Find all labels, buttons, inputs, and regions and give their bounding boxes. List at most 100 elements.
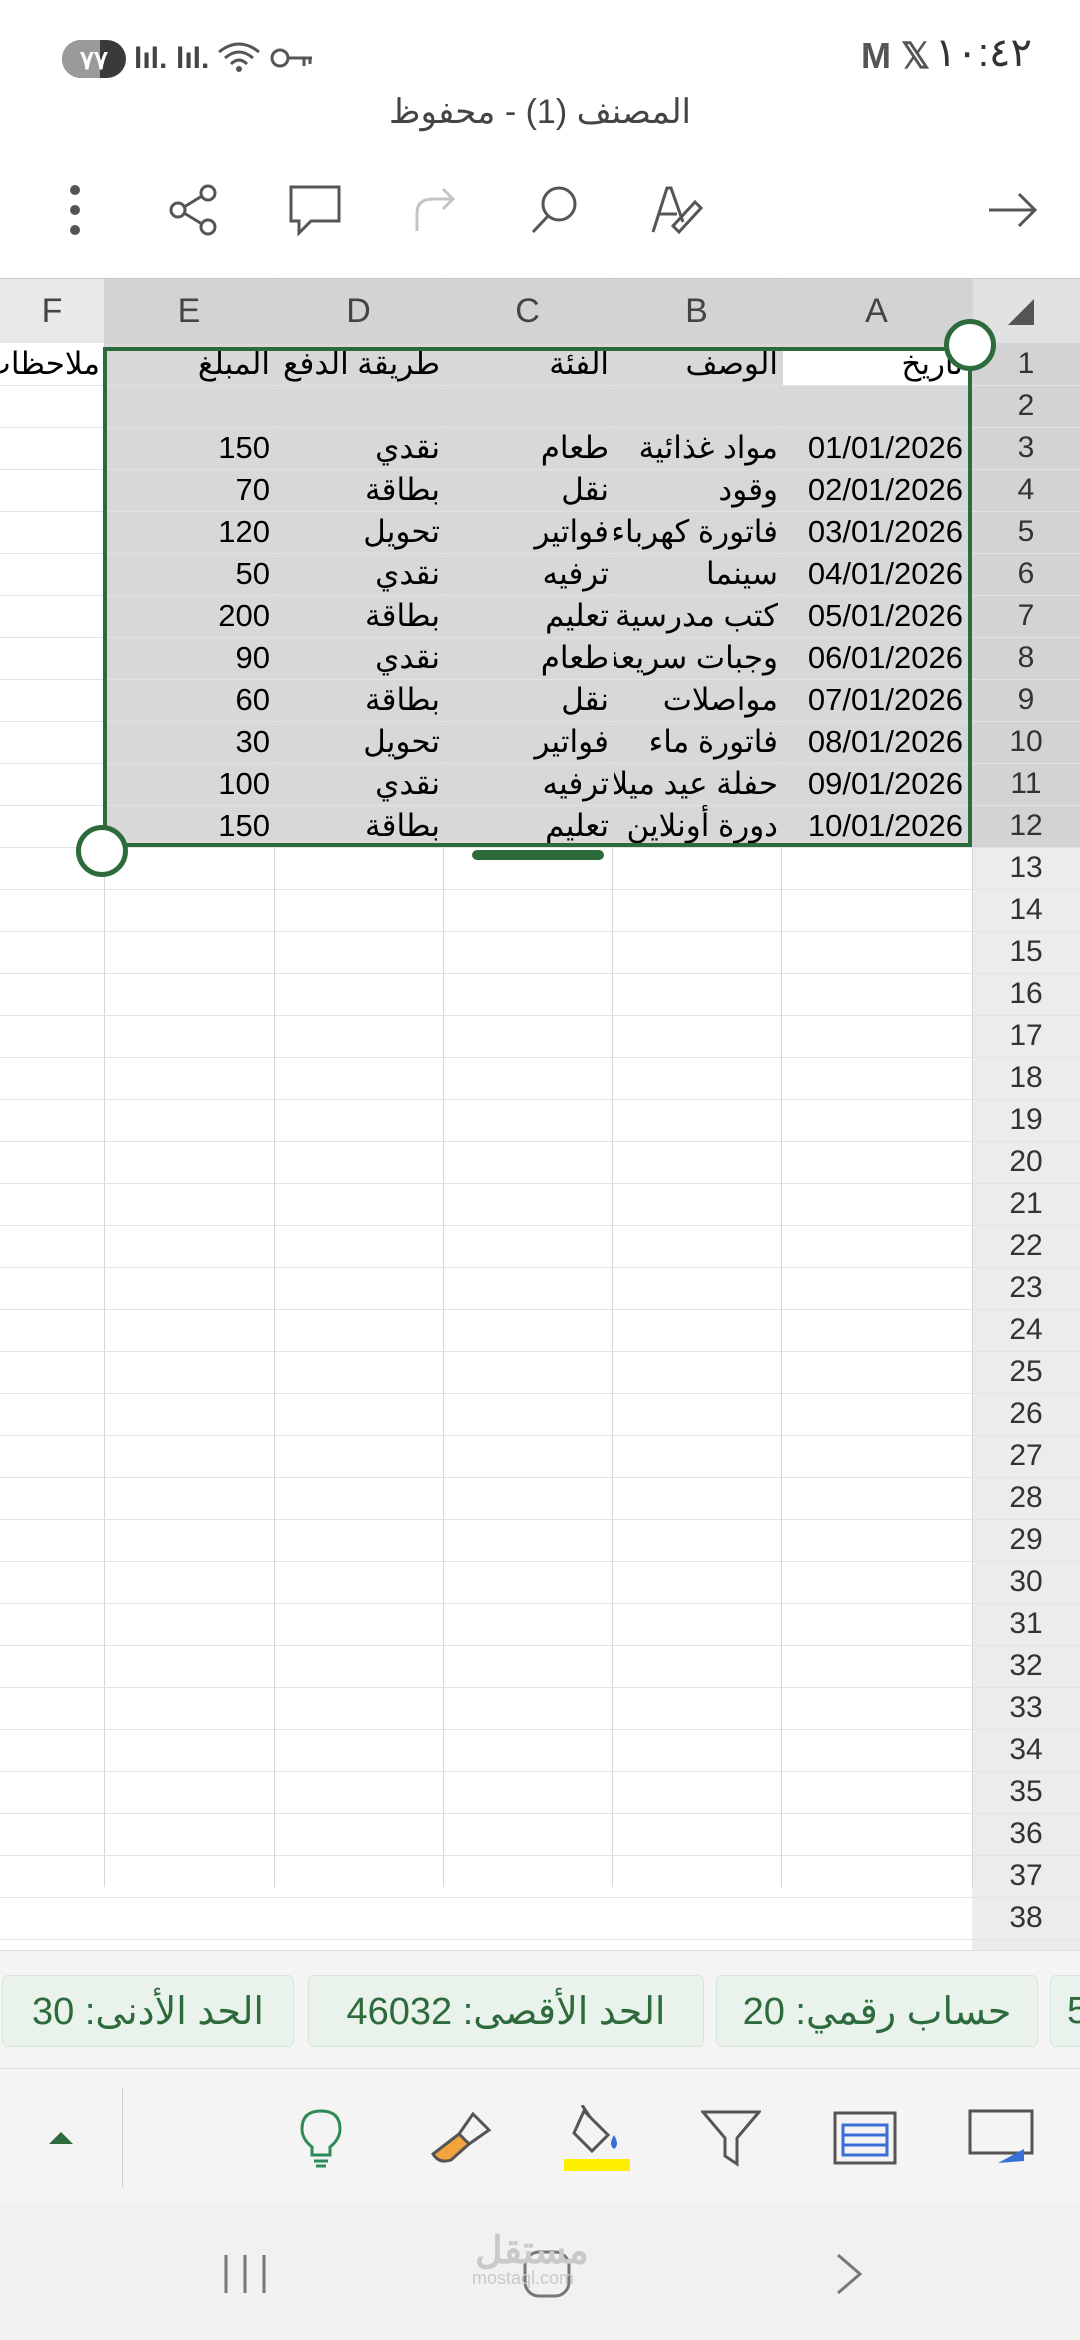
row-header[interactable]: 29 (972, 1519, 1080, 1561)
row-header[interactable]: 10 (972, 721, 1080, 763)
column-header-a[interactable]: A (781, 279, 972, 343)
row-header[interactable]: 16 (972, 973, 1080, 1015)
row-header[interactable]: 33 (972, 1687, 1080, 1729)
grid-hline (0, 1897, 1080, 1898)
selection-handle-bottom[interactable] (76, 825, 128, 877)
row-header[interactable]: 12 (972, 805, 1080, 847)
grid-hline (0, 973, 1080, 974)
column-header-c[interactable]: C (443, 279, 612, 343)
search-icon[interactable] (510, 160, 600, 260)
grid-hline (0, 1603, 1080, 1604)
grid-hline (0, 1015, 1080, 1016)
row-header[interactable]: 21 (972, 1183, 1080, 1225)
row-header[interactable]: 24 (972, 1309, 1080, 1351)
row-header[interactable]: 17 (972, 1015, 1080, 1057)
grid-hline (0, 1183, 1080, 1184)
back-icon[interactable] (804, 2234, 894, 2314)
row-header[interactable]: 28 (972, 1477, 1080, 1519)
stat-min[interactable]: الحد الأدنى: 30 (2, 1975, 294, 2047)
spreadsheet-grid[interactable]: FEDCBA 1 2 3 4 5 6 7 8 9 10 11 12 13 14 15 16 17 18 19 20 21… (0, 278, 1080, 1951)
toolbar-divider (122, 2087, 123, 2187)
header-cell-f[interactable]: ملاحظات (0, 343, 100, 385)
grid-hline (0, 1099, 1080, 1100)
row-header[interactable]: 37 (972, 1855, 1080, 1897)
row-header[interactable]: 27 (972, 1435, 1080, 1477)
row-header[interactable]: 4 (972, 469, 1080, 511)
row-header[interactable]: 13 (972, 847, 1080, 889)
grid-hline (0, 1351, 1080, 1352)
row-header[interactable]: 31 (972, 1603, 1080, 1645)
clock: ١٠:٤٢ (934, 31, 1032, 75)
row-header[interactable]: 11 (972, 763, 1080, 805)
share-icon[interactable] (148, 160, 238, 260)
grid-hline (0, 1645, 1080, 1646)
column-header-b[interactable]: B (612, 279, 781, 343)
grid-hline (0, 1519, 1080, 1520)
forward-arrow-icon[interactable] (968, 160, 1058, 260)
row-header[interactable]: 34 (972, 1729, 1080, 1771)
row-header[interactable]: 6 (972, 553, 1080, 595)
stat-partial[interactable]: 5 (1050, 1975, 1080, 2047)
row-header[interactable]: 18 (972, 1057, 1080, 1099)
signal-icon: lıl. (134, 42, 168, 75)
grid-hline (0, 931, 1080, 932)
row-header[interactable]: 9 (972, 679, 1080, 721)
expand-up-icon[interactable] (16, 2093, 106, 2183)
ideas-lightbulb-icon[interactable] (276, 2093, 366, 2183)
column-header-e[interactable]: E (104, 279, 274, 343)
notification-icons: M 𝕏 (861, 35, 930, 76)
edit-pen-icon[interactable] (632, 160, 722, 260)
redo-icon[interactable] (390, 160, 480, 260)
column-header-d[interactable]: D (274, 279, 443, 343)
selection-handle-top[interactable] (944, 319, 996, 371)
stat-count[interactable]: حساب رقمي: 20 (716, 1975, 1038, 2047)
row-header[interactable]: 19 (972, 1099, 1080, 1141)
more-vertical-icon[interactable] (30, 160, 120, 260)
row-header[interactable]: 2 (972, 385, 1080, 427)
recent-apps-icon[interactable] (200, 2234, 290, 2314)
row-header[interactable]: 7 (972, 595, 1080, 637)
row-header[interactable]: 15 (972, 931, 1080, 973)
row-header[interactable]: 20 (972, 1141, 1080, 1183)
grid-hline (0, 1057, 1080, 1058)
grid-hline (0, 1771, 1080, 1772)
grid-hline (0, 1393, 1080, 1394)
grid-hline (0, 1435, 1080, 1436)
format-table-icon[interactable] (820, 2093, 910, 2183)
grid-hline (0, 847, 1080, 848)
row-header[interactable]: 38 (972, 1897, 1080, 1939)
filter-icon[interactable] (686, 2093, 776, 2183)
stat-max[interactable]: الحد الأقصى: 46032 (308, 1975, 704, 2047)
row-header[interactable]: 8 (972, 637, 1080, 679)
row-header[interactable]: 30 (972, 1561, 1080, 1603)
bottom-toolbar (0, 2068, 1080, 2205)
row-header[interactable]: 35 (972, 1771, 1080, 1813)
status-bar: ٧٧ lıl. lıl. M 𝕏 ١٠:٤٢ (0, 0, 1080, 105)
row-header[interactable]: 23 (972, 1267, 1080, 1309)
grid-hline (0, 1267, 1080, 1268)
row-header[interactable]: 5 (972, 511, 1080, 553)
fill-handle[interactable] (472, 850, 604, 860)
grid-hline (0, 1561, 1080, 1562)
grid-hline (0, 1477, 1080, 1478)
top-toolbar (0, 160, 1080, 260)
fill-color-icon[interactable] (552, 2093, 642, 2183)
freeze-panes-icon[interactable] (956, 2093, 1046, 2183)
grid-hline (0, 1939, 1080, 1940)
row-header[interactable]: 26 (972, 1393, 1080, 1435)
format-painter-icon[interactable] (416, 2093, 506, 2183)
grid-hline (0, 1813, 1080, 1814)
row-header[interactable]: 22 (972, 1225, 1080, 1267)
grid-hline (0, 1225, 1080, 1226)
row-header[interactable]: 32 (972, 1645, 1080, 1687)
row-header[interactable]: 25 (972, 1351, 1080, 1393)
selection-border (103, 347, 972, 847)
row-header[interactable]: 14 (972, 889, 1080, 931)
document-title[interactable]: المصنف (1) - محفوظ (0, 92, 1080, 132)
battery-icon: ٧٧ (62, 40, 126, 78)
row-header[interactable]: 36 (972, 1813, 1080, 1855)
grid-hline (0, 1141, 1080, 1142)
row-header[interactable]: 3 (972, 427, 1080, 469)
column-header-f[interactable]: F (0, 279, 104, 343)
comment-icon[interactable] (270, 160, 360, 260)
